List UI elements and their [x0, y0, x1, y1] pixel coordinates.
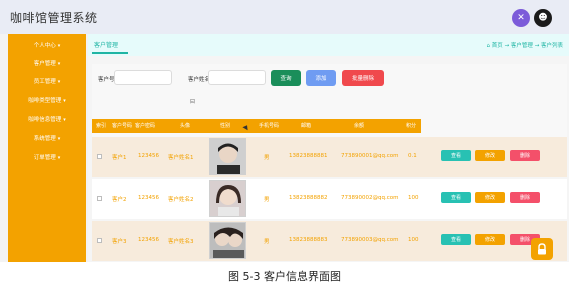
cell-email: 773890002@qq.com	[341, 195, 399, 201]
user-icon[interactable]: ☻	[534, 9, 552, 27]
col-points: 积分	[406, 123, 417, 129]
cell-gender: 男	[264, 155, 270, 161]
sidebar-item-personal-center[interactable]: 个人中心 ▾	[8, 41, 86, 49]
cell-email: 773890001@qq.com	[341, 153, 399, 159]
cell-points: 100	[408, 195, 419, 201]
sidebar: 个人中心 ▾ 客户管理 ▾ 员工管理 ▾ 咖啡类型管理 ▾ 咖啡信息管理 ▾ 系统管理 ▾ …	[8, 34, 86, 262]
status-glyph: 曰	[190, 99, 196, 105]
cell-password: 123456	[138, 153, 159, 159]
view-button[interactable]: 查看	[441, 192, 471, 203]
col-password: 客户密码	[135, 123, 156, 129]
table-row[interactable]: 客户2 123456 客户姓名2 男 13823888882 773890002…	[92, 179, 567, 219]
col-index: 索引	[96, 123, 107, 129]
col-avatar: 头像	[180, 123, 191, 129]
delete-button[interactable]: 删除	[510, 192, 540, 203]
view-button[interactable]: 查看	[441, 234, 471, 245]
cell-gender: 男	[264, 197, 270, 203]
edit-button[interactable]: 修改	[475, 150, 505, 161]
col-gender: 性别	[220, 123, 231, 129]
cell-points: 0.1	[408, 153, 417, 159]
customer-name-input[interactable]	[208, 70, 266, 85]
cell-customer-no: 客户2	[112, 197, 127, 203]
sidebar-item-order-management[interactable]: 订单管理 ▾	[8, 153, 86, 161]
row-checkbox[interactable]	[97, 196, 102, 201]
table-header: 索引 客户号码 客户密码 头像 性别 手机号码 邮箱 余额 积分	[92, 119, 567, 133]
delete-button[interactable]: 删除	[510, 150, 540, 161]
edit-button[interactable]: 修改	[475, 192, 505, 203]
customer-no-input[interactable]	[114, 70, 172, 85]
avatar	[209, 180, 246, 217]
cell-password: 123456	[138, 237, 159, 243]
customer-name-label: 客户姓名	[188, 77, 211, 83]
screenshot-frame: 咖啡馆管理系统 ✕ ☻ 个人中心 ▾ 客户管理 ▾ 员工管理 ▾ 咖啡类型管理 ▾ 咖啡…	[0, 0, 569, 262]
tab-customer-management[interactable]: 客户管理	[94, 40, 118, 49]
avatar	[209, 222, 246, 259]
floating-lock-button[interactable]	[531, 238, 553, 260]
search-button[interactable]: 查询	[271, 70, 301, 86]
cell-name: 客户姓名1	[168, 155, 194, 161]
cell-name: 客户姓名3	[168, 239, 194, 245]
cell-gender: 男	[264, 239, 270, 245]
col-customer-no: 客户号码	[112, 123, 133, 129]
avatar	[209, 138, 246, 175]
cell-points: 100	[408, 237, 419, 243]
table-row[interactable]: 客户1 123456 客户姓名1 男 13823888881 773890001…	[92, 137, 567, 177]
lock-icon	[538, 243, 546, 255]
app-title: 咖啡馆管理系统	[10, 11, 98, 25]
cell-phone: 13823888881	[289, 153, 328, 159]
customer-no-label: 客户号	[98, 77, 115, 83]
sidebar-item-system-management[interactable]: 系统管理 ▾	[8, 134, 86, 142]
table-row[interactable]: 客户3 123456 客户姓名3 男 13823888883 773890003…	[92, 221, 567, 261]
view-button[interactable]: 查看	[441, 150, 471, 161]
cell-name: 客户姓名2	[168, 197, 194, 203]
edit-button[interactable]: 修改	[475, 234, 505, 245]
figure-caption: 图 5-3 客户信息界面图	[228, 270, 341, 283]
cell-phone: 13823888883	[289, 237, 328, 243]
sidebar-item-employee-management[interactable]: 员工管理 ▾	[8, 77, 86, 85]
add-button[interactable]: 添加	[306, 70, 336, 86]
sidebar-item-coffee-info-management[interactable]: 咖啡信息管理 ▾	[8, 115, 86, 123]
cell-email: 773890003@qq.com	[341, 237, 399, 243]
cell-phone: 13823888882	[289, 195, 328, 201]
sidebar-item-coffee-type-management[interactable]: 咖啡类型管理 ▾	[8, 96, 86, 104]
row-checkbox[interactable]	[97, 238, 102, 243]
top-bar: 咖啡馆管理系统 ✕ ☻	[0, 0, 569, 34]
col-phone: 手机号码	[259, 123, 280, 129]
sidebar-item-customer-management[interactable]: 客户管理 ▾	[8, 59, 86, 67]
row-checkbox[interactable]	[97, 154, 102, 159]
cell-customer-no: 客户3	[112, 239, 127, 245]
cell-password: 123456	[138, 195, 159, 201]
batch-delete-button[interactable]: 批量删除	[342, 70, 384, 86]
col-email: 邮箱	[301, 123, 312, 129]
tab-underline	[92, 52, 128, 54]
main-content: 客户管理 ⌂ 首页 → 客户管理 → 客户列表 客户号 客户姓名 查询 添加 批…	[88, 34, 569, 262]
customer-table: 索引 客户号码 客户密码 头像 性别 手机号码 邮箱 余额 积分 客户1 123…	[92, 119, 567, 262]
tab-bar: 客户管理 ⌂ 首页 → 客户管理 → 客户列表	[88, 34, 569, 56]
theme-icon[interactable]: ✕	[512, 9, 530, 27]
breadcrumb[interactable]: ⌂ 首页 → 客户管理 → 客户列表	[487, 41, 563, 49]
cell-customer-no: 客户1	[112, 155, 127, 161]
col-balance: 余额	[354, 123, 365, 129]
